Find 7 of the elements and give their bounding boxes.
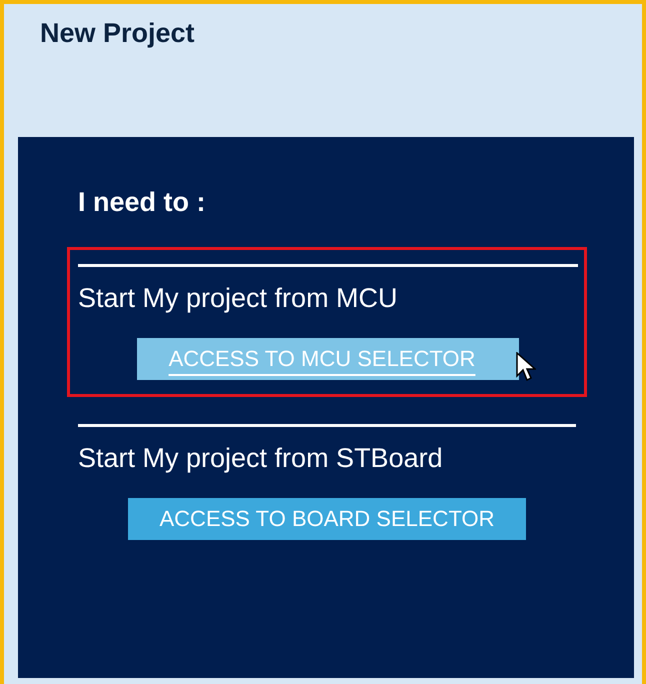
selector-button[interactable]: ACCESS TO MCU SELECTOR: [136, 338, 520, 380]
panel-heading: I need to :: [78, 187, 206, 218]
option-label: Start My project from STBoard: [78, 443, 443, 474]
cursor-icon: [516, 352, 536, 382]
window-title: New Project: [40, 18, 195, 49]
option-label: Start My project from MCU: [78, 283, 398, 314]
selector-button[interactable]: ACCESS TO BOARD SELECTOR: [128, 498, 526, 540]
